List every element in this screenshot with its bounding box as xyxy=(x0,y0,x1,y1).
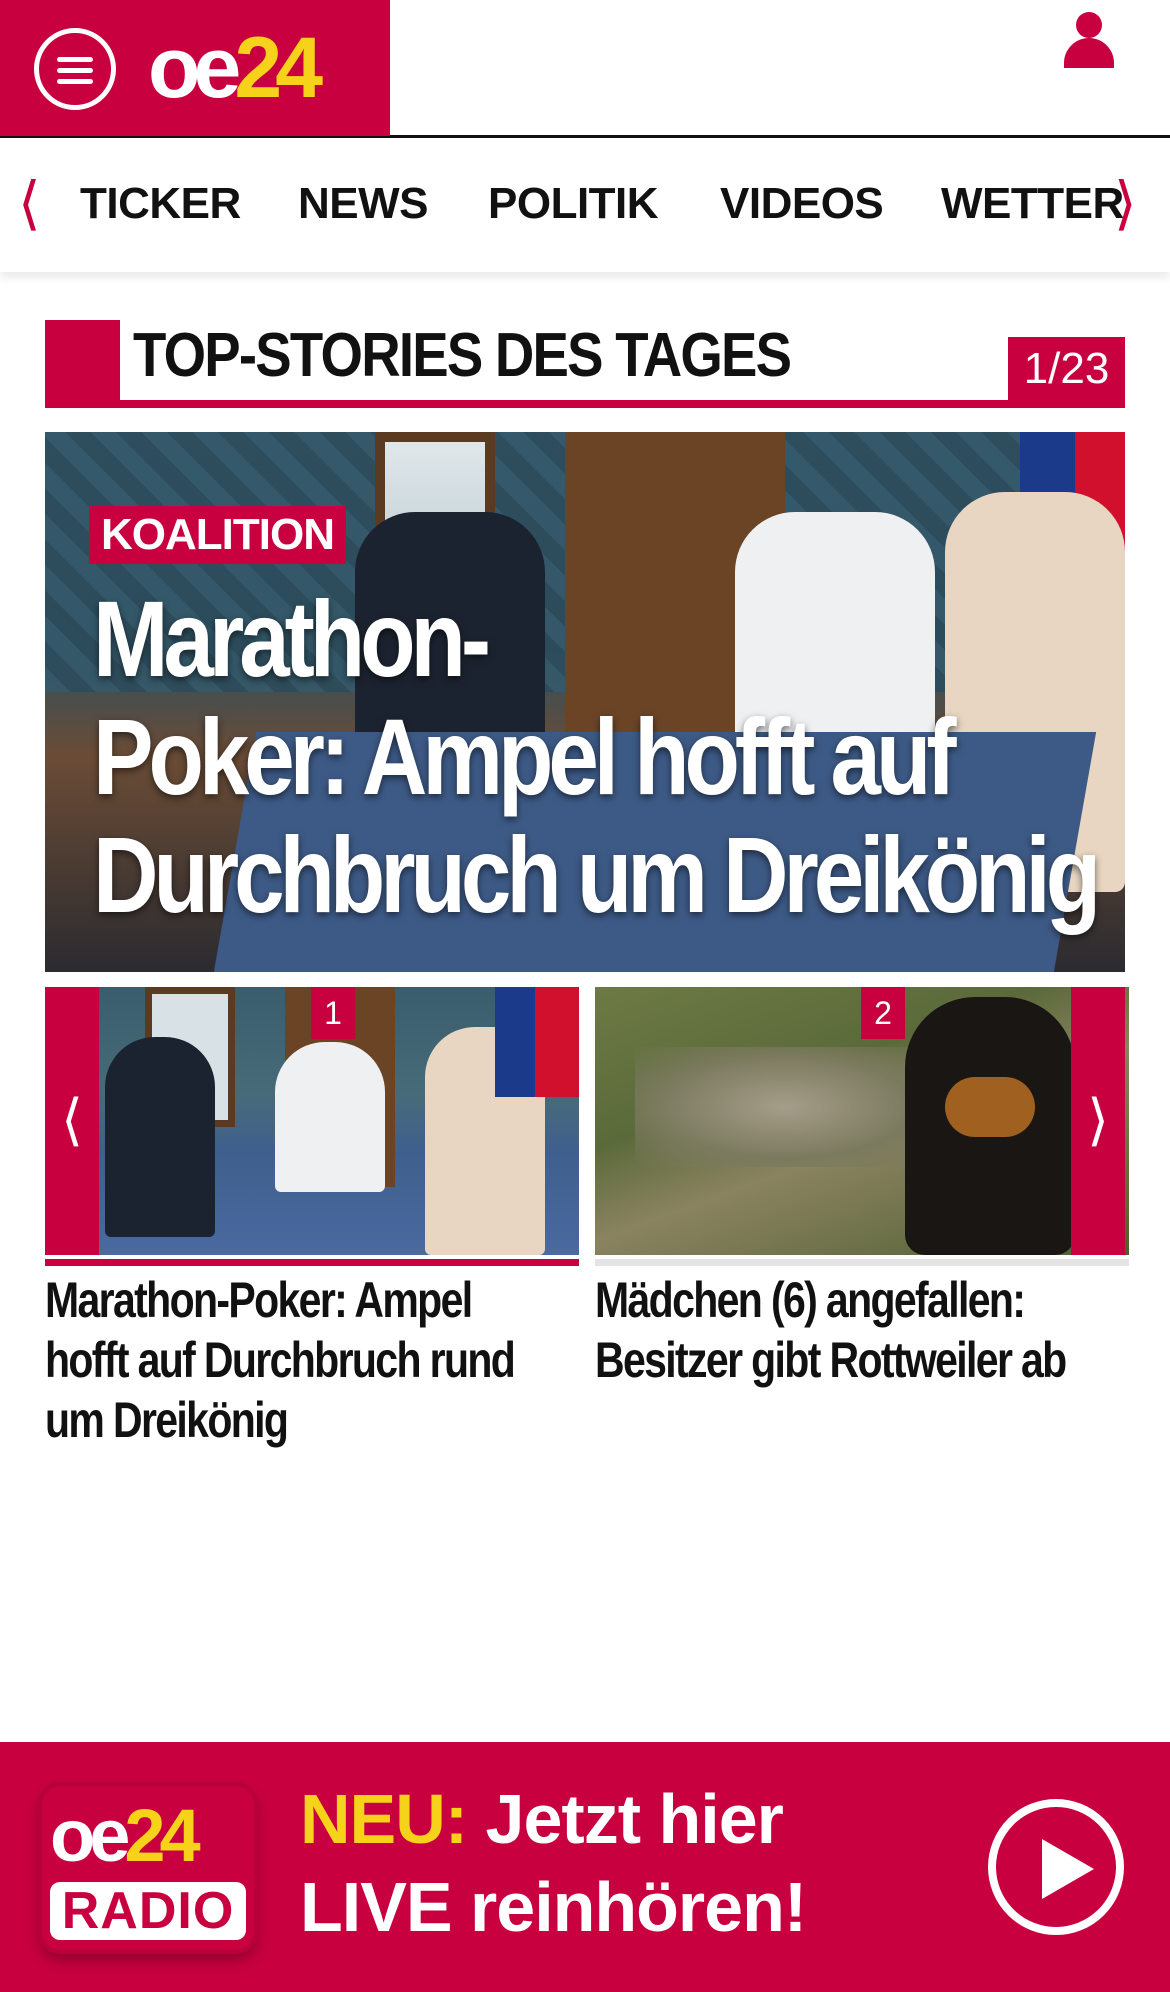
card-caption-line: um Dreikönig xyxy=(45,1392,289,1448)
banner-headline-text: Jetzt hier xyxy=(467,1780,784,1858)
section-underline xyxy=(45,400,1125,408)
carousel-next-button[interactable]: ⟩ xyxy=(1071,987,1125,1255)
carousel-prev-button[interactable]: ⟨ xyxy=(45,987,99,1255)
brand-block: oe24 xyxy=(0,0,390,136)
hero-headline-line: Marathon- xyxy=(93,578,491,699)
logo-24: 24 xyxy=(234,20,323,116)
user-icon[interactable] xyxy=(1064,12,1114,72)
chevron-left-icon[interactable]: ⟨ xyxy=(18,173,41,233)
play-icon[interactable] xyxy=(988,1799,1124,1935)
card-progress-bar xyxy=(45,1259,579,1266)
story-counter: 1/23 xyxy=(1008,337,1125,400)
nav-item-news[interactable]: NEWS xyxy=(298,179,429,229)
nav-item-ticker[interactable]: TICKER xyxy=(80,179,241,229)
section-accent xyxy=(45,320,120,408)
card-caption-line: Mädchen (6) angefallen: xyxy=(595,1272,1026,1328)
card-caption[interactable]: Mädchen (6) angefallen: Besitzer gibt Ro… xyxy=(595,1270,1067,1390)
card-caption[interactable]: Marathon-Poker: Ampel hofft auf Durchbru… xyxy=(45,1270,516,1450)
section-header: TOP-STORIES DES TAGES 1/23 xyxy=(45,320,1125,408)
nav-item-wetter[interactable]: WETTER xyxy=(941,179,1124,229)
section-title: TOP-STORIES DES TAGES xyxy=(133,321,792,390)
radio-logo-wordmark: oe24 xyxy=(50,1794,201,1877)
card-caption-line: hofft auf Durchbruch rund xyxy=(45,1332,516,1388)
header: oe24 xyxy=(0,0,1170,138)
card-caption-line: Besitzer gibt Rottweiler ab xyxy=(595,1332,1067,1388)
radio-logo-label: RADIO xyxy=(50,1882,246,1940)
radio-logo: oe24 RADIO xyxy=(42,1786,254,1950)
chevron-right-icon[interactable]: ⟩ xyxy=(1114,173,1137,233)
hero-headline[interactable]: Marathon- Poker: Ampel hofft auf Durchbr… xyxy=(93,578,1101,935)
category-nav: ⟨ TICKER NEWS POLITIK VIDEOS WETTER ⟩ xyxy=(0,139,1170,272)
card-caption-line: Marathon-Poker: Ampel xyxy=(45,1272,473,1328)
story-carousel: 1 Marathon-Poker: Ampel hofft auf Durchb… xyxy=(45,987,1129,1448)
hero-story[interactable]: KOALITION Marathon- Poker: Ampel hofft a… xyxy=(45,432,1125,972)
hero-headline-line: Durchbruch um Dreikönig xyxy=(93,814,1101,935)
hero-headline-line: Poker: Ampel hofft auf xyxy=(93,696,957,817)
card-index-badge: 1 xyxy=(311,987,355,1039)
banner-subline: LIVE reinhören! xyxy=(300,1868,807,1946)
hero-category-badge[interactable]: KOALITION xyxy=(89,506,346,564)
radio-banner[interactable]: oe24 RADIO NEU: Jetzt hier LIVE reinhöre… xyxy=(0,1742,1170,1992)
site-logo[interactable]: oe24 xyxy=(148,20,323,116)
banner-neu-label: NEU: xyxy=(300,1780,468,1858)
card-index-badge: 2 xyxy=(861,987,905,1039)
nav-item-videos[interactable]: VIDEOS xyxy=(720,179,884,229)
nav-item-politik[interactable]: POLITIK xyxy=(488,179,659,229)
logo-oe: oe xyxy=(148,20,241,116)
banner-headline: NEU: Jetzt hier xyxy=(300,1778,784,1860)
menu-icon[interactable] xyxy=(34,28,116,110)
card-progress-bar xyxy=(595,1259,1129,1266)
